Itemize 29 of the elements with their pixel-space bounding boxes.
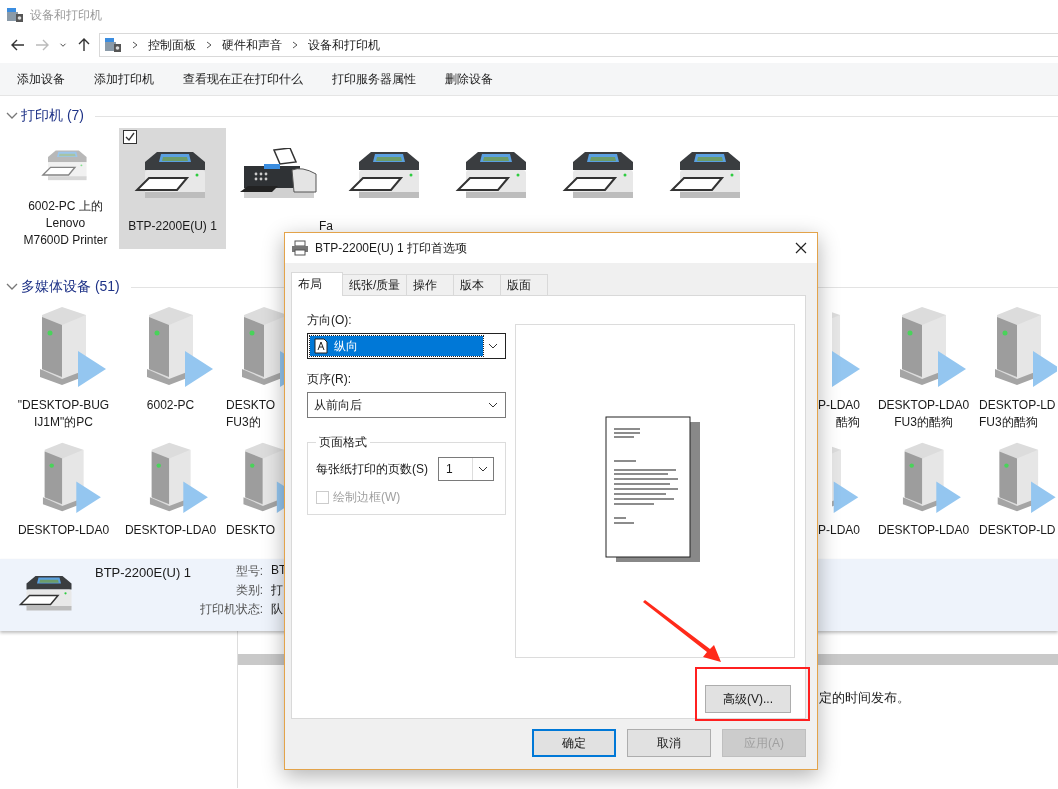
device-label: 6002-PC: [146, 397, 195, 414]
device-label: DESKTOP-LD FU3的酷狗: [979, 397, 1056, 431]
device-label: DESKTOP-LDA0: [877, 522, 970, 539]
group-box-title: 页面格式: [318, 434, 368, 451]
dialog-title: BTP-2200E(U) 1 打印首选项: [315, 239, 469, 257]
field-label: 页序(R):: [307, 371, 352, 388]
device-label: DESKTOP-LDA0: [17, 522, 110, 539]
field-label: 型号:: [234, 563, 263, 580]
window-title: 设备和打印机: [30, 6, 102, 24]
field-label: 方向(O):: [307, 312, 353, 329]
device-label: Fa: [319, 218, 333, 235]
device-label: "DESKTOP-BUG IJ1M"的PC: [17, 397, 110, 431]
field-label: 打印机状态:: [198, 601, 263, 618]
device-label: DESKTOP-LDA0: [124, 522, 217, 539]
device-label: P-LDA0 酷狗: [817, 397, 860, 431]
device-label: DESKTO FU3的: [226, 397, 276, 431]
device-label: DESKTO: [226, 522, 276, 539]
device-label: BTP-2200E(U) 1: [128, 218, 217, 235]
field-label: 每张纸打印的页数(S): [316, 460, 428, 478]
device-label: 6002-PC 上的 Lenovo M7600D Printer: [23, 198, 108, 249]
field-value: BT: [271, 563, 287, 579]
field-value: 打: [271, 582, 284, 599]
device-name: BTP-2200E(U) 1: [95, 564, 193, 581]
device-label: DESKTOP-LD: [979, 522, 1056, 539]
device-label: P-LDA0: [817, 522, 860, 539]
field-label: 类别:: [234, 582, 263, 599]
field-value: 队: [271, 601, 284, 618]
description-text: 定的时间发布。: [819, 690, 910, 705]
device-label: DESKTOP-LDA0 FU3的酷狗: [877, 397, 970, 431]
